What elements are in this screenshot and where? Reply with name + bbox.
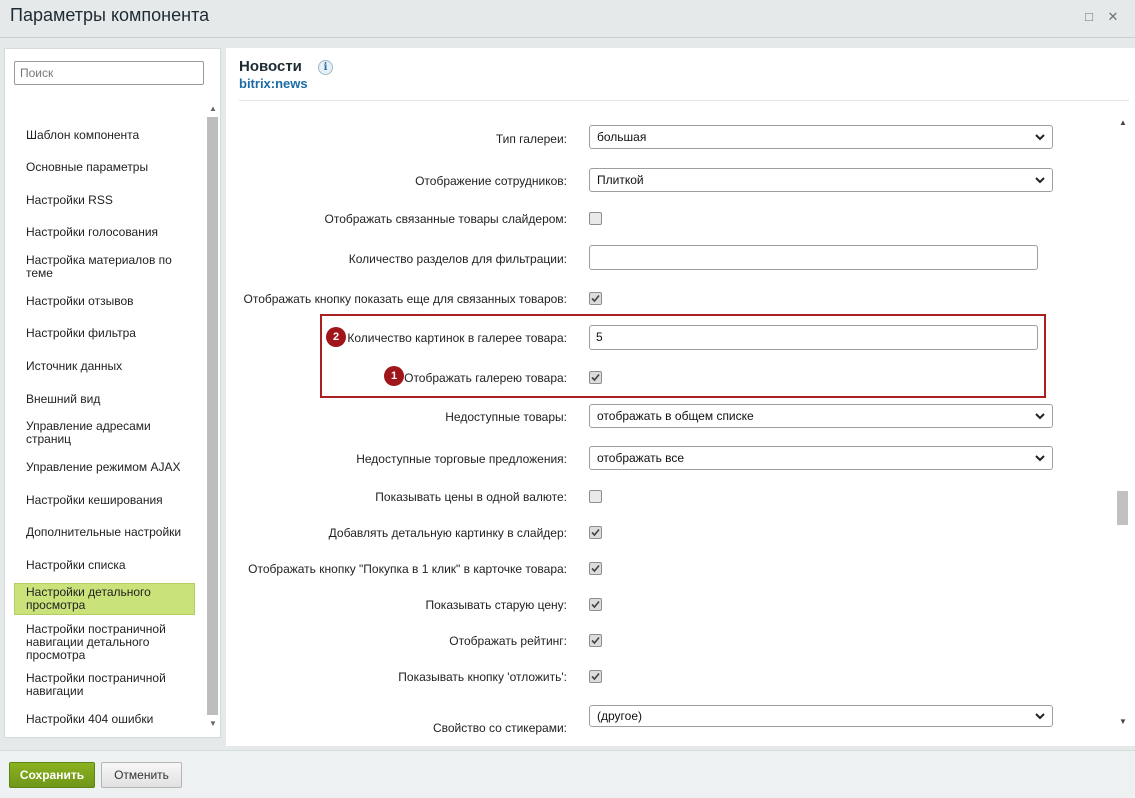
sticker-property-label: Свойство со стикерами: — [432, 721, 567, 735]
sidebar-item-reviews[interactable]: Настройки отзывов — [14, 293, 195, 310]
component-title: Новости — [239, 58, 302, 75]
unavailable-products-select[interactable]: отображать в общем списке — [589, 404, 1053, 428]
main-panel: Новости i bitrix:news Тип галереи: больш… — [226, 48, 1135, 746]
checkmark-icon — [591, 294, 600, 303]
badge-2: 2 — [326, 327, 346, 347]
sidebar-item-ajax[interactable]: Управление режимом AJAX — [14, 459, 195, 476]
old-price-checkbox[interactable] — [589, 598, 602, 611]
dialog-footer: Сохранить Отменить — [0, 750, 1135, 798]
filter-sections-input[interactable] — [589, 245, 1038, 270]
one-currency-checkbox[interactable] — [589, 490, 602, 503]
sidebar-item-detail-pagination[interactable]: Настройки постраничной навигации детальн… — [14, 621, 195, 664]
staff-display-label: Отображение сотрудников: — [415, 174, 567, 188]
sidebar-item-caching[interactable]: Настройки кеширования — [14, 492, 195, 509]
sidebar: Шаблон компонента Основные параметры Нас… — [4, 48, 221, 738]
show-more-related-checkbox[interactable] — [589, 292, 602, 305]
one-click-checkbox[interactable] — [589, 562, 602, 575]
show-gallery-label: Отображать галерею товара: — [404, 371, 567, 385]
chevron-down-icon — [1035, 177, 1045, 184]
rating-label: Отображать рейтинг: — [449, 634, 567, 648]
old-price-label: Показывать старую цену: — [425, 598, 568, 612]
gallery-type-select[interactable]: большая — [589, 125, 1053, 149]
one-click-label: Отображать кнопку "Покупка в 1 клик" в к… — [248, 562, 567, 576]
staff-display-select[interactable]: Плиткой — [589, 168, 1053, 192]
show-gallery-checkbox[interactable] — [589, 371, 602, 384]
save-button[interactable]: Сохранить — [9, 762, 95, 788]
sidebar-scrollbar[interactable]: ▲ ▼ — [205, 102, 220, 734]
sidebar-item-main-params[interactable]: Основные параметры — [14, 159, 195, 176]
chevron-down-icon — [1035, 134, 1045, 141]
staff-display-value: Плиткой — [597, 173, 644, 187]
search-input[interactable] — [14, 61, 204, 85]
sticker-property-select[interactable]: (другое) — [589, 705, 1053, 727]
unavailable-offers-select[interactable]: отображать все — [589, 446, 1053, 470]
scroll-up-icon[interactable]: ▲ — [1118, 118, 1128, 128]
checkmark-icon — [591, 564, 600, 573]
checkmark-icon — [591, 672, 600, 681]
cancel-button[interactable]: Отменить — [101, 762, 182, 788]
rating-checkbox[interactable] — [589, 634, 602, 647]
gallery-images-count-input[interactable]: 5 — [589, 325, 1038, 350]
sidebar-item-appearance[interactable]: Внешний вид — [14, 391, 195, 408]
detail-picture-slider-checkbox[interactable] — [589, 526, 602, 539]
chevron-down-icon — [1035, 413, 1045, 420]
unavailable-offers-label: Недоступные торговые предложения: — [356, 452, 567, 466]
restore-icon[interactable]: □ — [1080, 8, 1098, 26]
sticker-property-value: (другое) — [597, 709, 642, 723]
unavailable-offers-value: отображать все — [597, 451, 685, 465]
related-slider-checkbox[interactable] — [589, 212, 602, 225]
scroll-up-icon[interactable]: ▲ — [208, 104, 218, 114]
sidebar-item-related-materials[interactable]: Настройка материалов по теме — [14, 252, 195, 282]
sidebar-item-detail-view[interactable]: Настройки детального просмотра — [14, 583, 195, 615]
show-more-related-label: Отображать кнопку показать еще для связа… — [243, 292, 567, 306]
chevron-down-icon — [1035, 455, 1045, 462]
sidebar-item-data-source[interactable]: Источник данных — [14, 358, 195, 375]
unavailable-products-value: отображать в общем списке — [597, 409, 754, 423]
one-currency-label: Показывать цены в одной валюте: — [375, 490, 567, 504]
window-titlebar: Параметры компонента □ ✕ — [0, 0, 1135, 38]
scroll-down-icon[interactable]: ▼ — [208, 719, 218, 729]
sidebar-item-pagination[interactable]: Настройки постраничной навигации — [14, 670, 195, 700]
sidebar-item-list[interactable]: Настройки списка — [14, 557, 195, 574]
scroll-thumb[interactable] — [1117, 491, 1128, 525]
sidebar-item-url-management[interactable]: Управление адресами страниц — [14, 418, 195, 448]
filter-sections-label: Количество разделов для фильтрации: — [348, 252, 567, 266]
gallery-type-label: Тип галереи: — [495, 132, 567, 146]
delay-button-label: Показывать кнопку 'отложить': — [398, 670, 567, 684]
sidebar-item-voting[interactable]: Настройки голосования — [14, 224, 195, 241]
chevron-down-icon — [1035, 713, 1045, 720]
scroll-down-icon[interactable]: ▼ — [1118, 717, 1128, 727]
component-code: bitrix:news — [239, 76, 308, 91]
sidebar-item-template[interactable]: Шаблон компонента — [14, 127, 195, 144]
checkmark-icon — [591, 600, 600, 609]
sidebar-item-additional[interactable]: Дополнительные настройки — [14, 524, 195, 541]
main-scrollbar[interactable]: ▲ ▼ — [1115, 116, 1130, 732]
divider — [239, 100, 1129, 101]
window-title: Параметры компонента — [10, 5, 210, 25]
info-icon[interactable]: i — [318, 60, 333, 75]
unavailable-products-label: Недоступные товары: — [445, 410, 567, 424]
sidebar-item-filter[interactable]: Настройки фильтра — [14, 325, 195, 342]
gallery-type-value: большая — [597, 130, 647, 144]
related-slider-label: Отображать связанные товары слайдером: — [324, 212, 567, 226]
checkmark-icon — [591, 636, 600, 645]
sidebar-item-404[interactable]: Настройки 404 ошибки — [14, 711, 195, 728]
checkmark-icon — [591, 528, 600, 537]
gallery-images-count-label: Количество картинок в галерее товара: — [347, 331, 567, 345]
badge-1: 1 — [384, 366, 404, 386]
checkmark-icon — [591, 373, 600, 382]
sidebar-item-rss[interactable]: Настройки RSS — [14, 192, 195, 209]
close-icon[interactable]: ✕ — [1104, 8, 1122, 26]
detail-picture-slider-label: Добавлять детальную картинку в слайдер: — [328, 526, 567, 540]
scroll-thumb[interactable] — [207, 117, 218, 715]
delay-button-checkbox[interactable] — [589, 670, 602, 683]
